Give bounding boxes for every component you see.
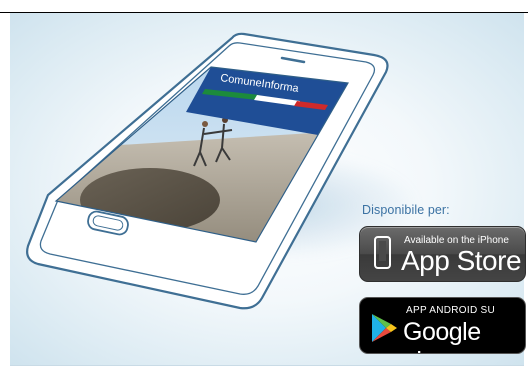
availability-label: Disponibile per:: [362, 203, 450, 217]
google-play-icon: [372, 314, 397, 342]
iphone-icon: [374, 236, 391, 269]
google-play-small-text: APP ANDROID SU: [406, 305, 496, 316]
app-store-badge[interactable]: Available on the iPhone App Store: [359, 226, 526, 282]
google-play-big-text: Google play: [403, 318, 481, 353]
google-play-badge[interactable]: APP ANDROID SU Google play: [359, 297, 526, 354]
app-store-big-text: App Store: [401, 245, 522, 276]
